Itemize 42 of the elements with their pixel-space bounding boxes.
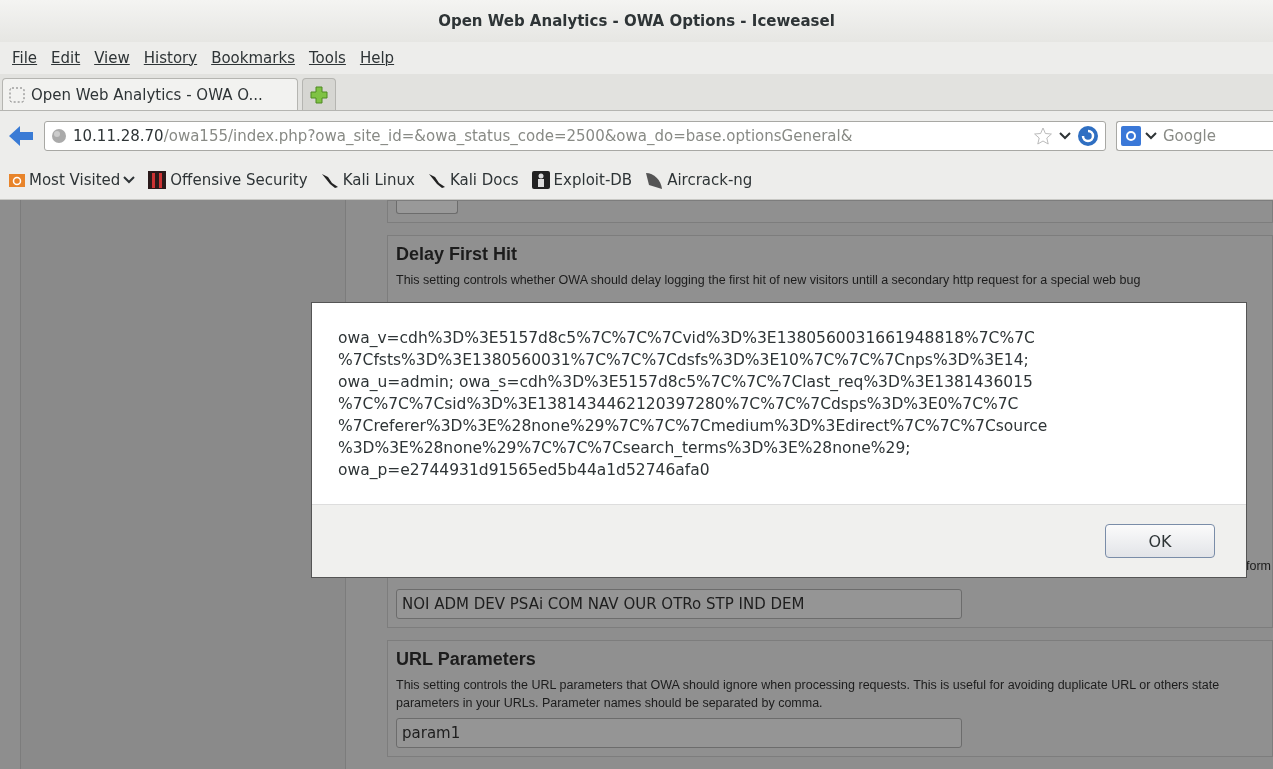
- back-icon[interactable]: [8, 125, 34, 147]
- ok-button[interactable]: OK: [1105, 524, 1215, 558]
- menu-item[interactable]: History: [137, 47, 204, 69]
- menu-item[interactable]: Help: [353, 47, 401, 69]
- section-title: URL Parameters: [396, 649, 537, 670]
- bookmark-link[interactable]: Kali Docs: [426, 171, 519, 189]
- bookmark-link[interactable]: Aircrack-ng: [644, 170, 753, 190]
- caret-icon: [1059, 132, 1071, 140]
- section-description: This setting controls whether OWA should delay logging the first hit of new visitors untill a secondary http request for a special web bug: [396, 272, 1142, 289]
- address-field[interactable]: 10.11.28.70/owa155/index.php?owa_site_id=&owa_status_code=2500&owa_do=base.optionsGeneral&: [44, 121, 1106, 151]
- star-icon[interactable]: [1033, 126, 1053, 146]
- window-title: Open Web Analytics - OWA Options - Iceweasel: [438, 12, 835, 30]
- menu-item[interactable]: Edit: [45, 47, 87, 69]
- caret-icon: [1145, 132, 1157, 140]
- logo-icon: [147, 170, 168, 190]
- caret-icon: [123, 176, 136, 184]
- menu-item[interactable]: File: [6, 47, 44, 69]
- bookmark-link[interactable]: Kali Linux: [319, 171, 415, 189]
- section-description: This setting controls the URL parameters that OWA should ignore when processing requests. This is useful for avoiding duplicate URL or others state parameters in your URLs. Parameter names should be separated by comma.: [396, 677, 1221, 712]
- globe-icon: [51, 128, 67, 144]
- reload-icon[interactable]: [1077, 125, 1099, 147]
- input-field[interactable]: param1: [396, 718, 962, 748]
- bookmark-link[interactable]: Offensive Security: [147, 170, 308, 190]
- person-icon: [530, 170, 551, 190]
- button[interactable]: [396, 201, 458, 214]
- menu-item[interactable]: Tools: [302, 47, 352, 69]
- section-title: Delay First Hit: [396, 244, 519, 265]
- antenna-icon: [644, 170, 665, 190]
- menu-item[interactable]: View: [88, 47, 136, 69]
- bookmark-link[interactable]: Exploit-DB: [530, 170, 633, 190]
- dialog-message: owa_v=cdh%3D%3E5157d8c5%7C%7C%7Cvid%3D%3E1380560031661948818%7C%7C %7Cfsts%3D%3E1380560031%7C%7C%7Cdsfs%3D%3E10%7C%7C%7Cnps%3D%3E14; owa_u=admin; owa_s=cdh%3D%3E5157d8c5%7C%7C%7Clast_req%3D%3E1381436015 %7C%7C%7Csid%3D%3E1381434462120397280%7C%7C%7Cdsps%3D%3E0%7C%7C %7Creferer%3D%3E%28none%29%7C%7C%7Cmedium%3D%3Edirect%7C%7C%7Csource %3D%3E%28none%29%7C%7C%7Csearch_terms%3D%3E%28none%29; owa_p=e2744931d91565ed5b44a1d52746afa0: [337, 328, 1049, 481]
- new-tab-button[interactable]: [302, 78, 336, 110]
- menu-item[interactable]: Bookmarks: [205, 47, 301, 69]
- input-field[interactable]: NOI ADM DEV PSAi COM NAV OUR OTRo STP IND DEM: [396, 589, 962, 619]
- bookmark-link[interactable]: Most Visited: [8, 171, 136, 189]
- folder-icon: [8, 171, 26, 189]
- search-field[interactable]: Google: [1116, 121, 1273, 151]
- description-fragment: form: [1246, 559, 1271, 573]
- browser-tab[interactable]: Open Web Analytics - OWA O...: [2, 78, 298, 110]
- search-engine-icon[interactable]: [1121, 126, 1141, 146]
- page-icon: [9, 86, 25, 103]
- plus-icon: [309, 84, 329, 105]
